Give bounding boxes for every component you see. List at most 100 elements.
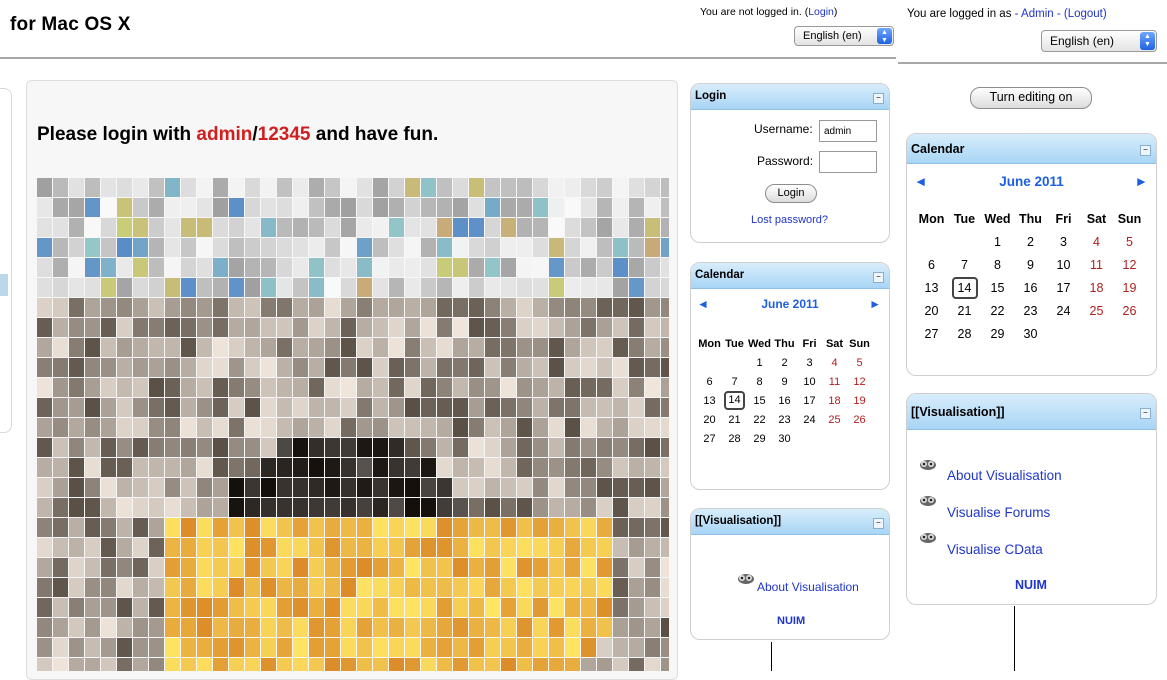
calendar-day[interactable]: 9 [1014,253,1047,276]
calendar-day[interactable]: 27 [915,322,948,345]
calendar-day[interactable]: 6 [915,253,948,276]
mosaic-tile [437,438,452,457]
calendar-day[interactable]: 13 [915,276,948,299]
login-button[interactable]: Login [765,184,817,203]
language-select[interactable]: English (en) ▲ ▼ [794,26,894,46]
calendar-empty-cell [697,353,722,372]
calendar-day[interactable]: 22 [747,410,772,429]
calendar-day[interactable]: 14 [722,391,747,410]
nuim-link[interactable]: NUIM [1015,578,1047,592]
calendar-day[interactable]: 17 [1047,276,1080,299]
calendar-day[interactable]: 2 [772,353,797,372]
calendar-day[interactable]: 20 [915,299,948,322]
calendar-day[interactable]: 12 [847,372,872,391]
collapse-toggle-icon[interactable]: – [1140,145,1151,156]
username-field[interactable] [819,120,877,142]
calendar-day[interactable]: 1 [747,353,772,372]
mosaic-tile [37,178,52,197]
about-visualisation-link[interactable]: About Visualisation [947,468,1062,483]
visualise-cdata-link[interactable]: Visualise CData [947,542,1043,557]
calendar-day[interactable]: 14 [948,276,981,299]
next-month-icon[interactable]: ► [1135,174,1148,189]
calendar-day[interactable]: 9 [772,372,797,391]
calendar-day[interactable]: 27 [697,429,722,448]
calendar-admin-month[interactable]: June 2011 [907,174,1156,189]
calendar-day[interactable]: 23 [772,410,797,429]
calendar-day[interactable]: 26 [847,410,872,429]
calendar-day[interactable]: 19 [1113,276,1146,299]
calendar-day[interactable]: 24 [797,410,822,429]
collapse-toggle-icon[interactable]: – [873,93,884,104]
visualise-forums-link[interactable]: Visualise Forums [947,505,1050,520]
mosaic-tile [437,458,452,477]
calendar-day[interactable]: 10 [797,372,822,391]
calendar-day[interactable]: 8 [747,372,772,391]
calendar-day[interactable]: 24 [1047,299,1080,322]
calendar-day[interactable]: 25 [822,410,847,429]
password-field[interactable] [819,151,877,173]
calendar-day[interactable]: 3 [797,353,822,372]
mosaic-tile [357,378,372,397]
calendar-day[interactable]: 2 [1014,230,1047,253]
lost-password-link[interactable]: Lost password? [751,214,828,226]
mosaic-tile [69,578,84,597]
calendar-day[interactable]: 18 [1080,276,1113,299]
mosaic-tile [437,338,452,357]
calendar-day[interactable]: 15 [747,391,772,410]
calendar-day[interactable]: 26 [1113,299,1146,322]
calendar-day[interactable]: 12 [1113,253,1146,276]
calendar-day[interactable]: 29 [981,322,1014,345]
collapse-toggle-icon[interactable]: – [1140,408,1151,419]
calendar-day[interactable]: 1 [981,230,1014,253]
calendar-block-title: Calendar [695,269,745,281]
calendar-day[interactable]: 5 [1113,230,1146,253]
collapse-toggle-icon[interactable]: – [873,518,884,529]
calendar-day[interactable]: 11 [1080,253,1113,276]
calendar-day[interactable]: 18 [822,391,847,410]
calendar-day[interactable]: 17 [797,391,822,410]
calendar-day[interactable]: 30 [1014,322,1047,345]
calendar-day[interactable]: 25 [1080,299,1113,322]
mosaic-tile [165,598,180,617]
calendar-day[interactable]: 20 [697,410,722,429]
calendar-day[interactable]: 28 [722,429,747,448]
calendar-day[interactable]: 16 [1014,276,1047,299]
mosaic-tile [341,378,356,397]
mosaic-tile [645,518,660,537]
calendar-day[interactable]: 13 [697,391,722,410]
calendar-day[interactable]: 10 [1047,253,1080,276]
visualisation-icon [920,460,936,470]
calendar-day[interactable]: 8 [981,253,1014,276]
left-sidebar-tab [0,274,8,296]
mosaic-tile [485,458,500,477]
login-link[interactable]: Login [808,6,834,18]
calendar-day[interactable]: 6 [697,372,722,391]
calendar-day[interactable]: 30 [772,429,797,448]
calendar-day[interactable]: 15 [981,276,1014,299]
calendar-day[interactable]: 23 [1014,299,1047,322]
calendar-day[interactable]: 5 [847,353,872,372]
calendar-day[interactable]: 19 [847,391,872,410]
calendar-day[interactable]: 7 [948,253,981,276]
calendar-day[interactable]: 4 [822,353,847,372]
logout-link[interactable]: (Logout) [1064,8,1107,20]
calendar-day[interactable]: 16 [772,391,797,410]
turn-editing-on-button[interactable]: Turn editing on [970,87,1092,109]
calendar-day[interactable]: 3 [1047,230,1080,253]
calendar-day[interactable]: 4 [1080,230,1113,253]
collapse-toggle-icon[interactable]: – [873,272,884,283]
calendar-day[interactable]: 7 [722,372,747,391]
calendar-day[interactable]: 29 [747,429,772,448]
calendar-month[interactable]: June 2011 [691,297,889,311]
calendar-day[interactable]: 21 [722,410,747,429]
calendar-day[interactable]: 21 [948,299,981,322]
admin-user-link[interactable]: - Admin - [1015,8,1061,20]
calendar-day[interactable]: 28 [948,322,981,345]
nuim-link[interactable]: NUIM [777,615,805,627]
calendar-day[interactable]: 11 [822,372,847,391]
mosaic-tile [501,218,516,237]
about-visualisation-link[interactable]: About Visualisation [757,580,859,594]
next-month-icon[interactable]: ► [869,297,881,311]
language-select-admin[interactable]: English (en) ▲ ▼ [1041,30,1157,52]
calendar-day[interactable]: 22 [981,299,1014,322]
